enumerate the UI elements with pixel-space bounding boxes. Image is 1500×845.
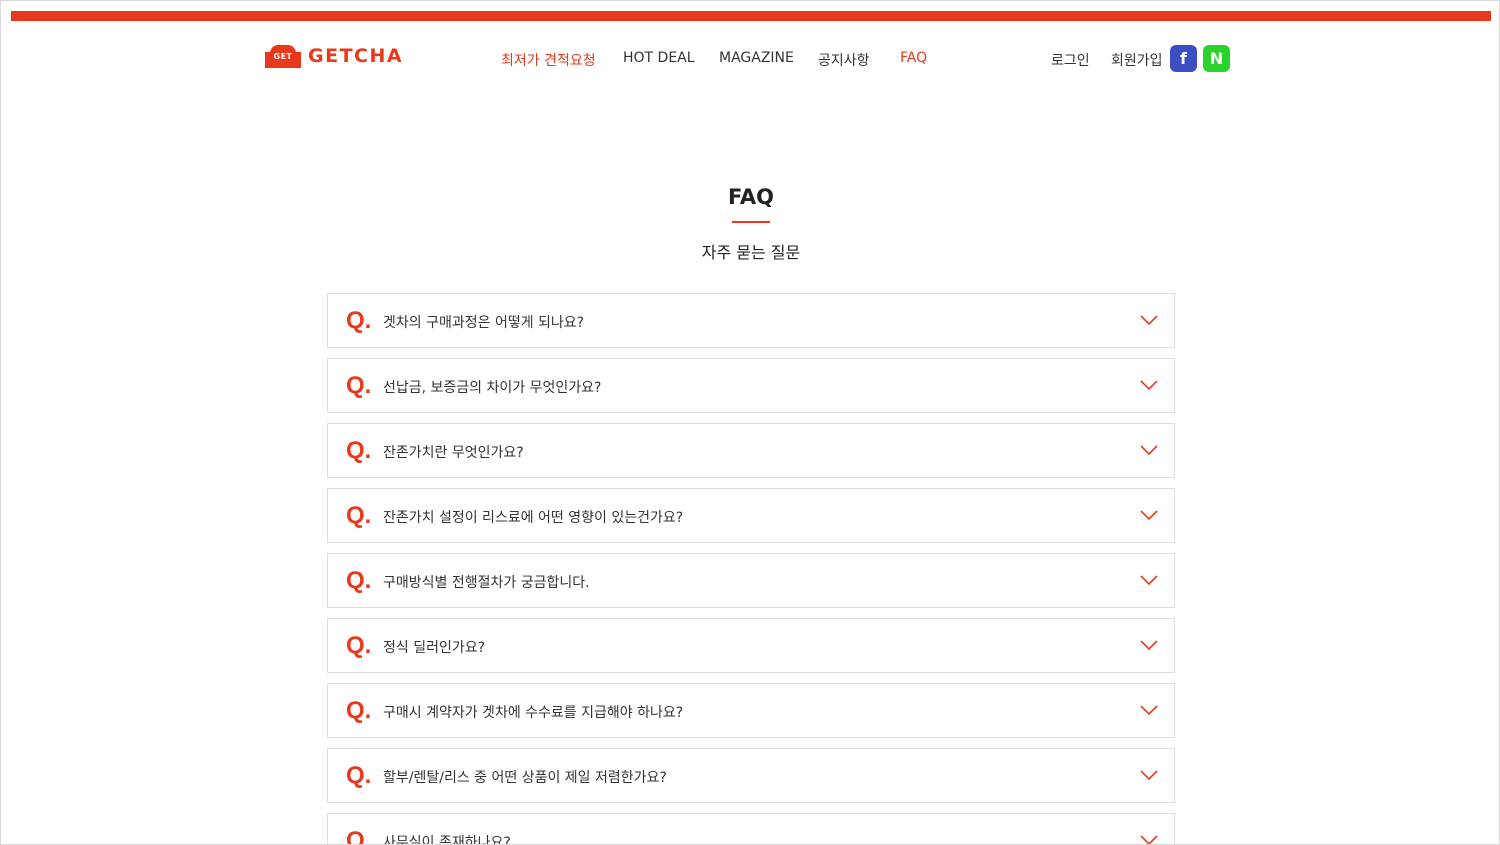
nav-item-price-quote[interactable]: 최저가 견적요청 xyxy=(501,50,596,70)
page-title: FAQ xyxy=(727,185,775,209)
faq-question: 할부/렌탈/리스 중 어떤 상품이 제일 저렴한가요? xyxy=(383,770,667,786)
nav-item-hot-deal[interactable]: HOT DEAL xyxy=(623,50,695,66)
chevron-down-icon[interactable] xyxy=(1140,314,1158,326)
nav-item-notice[interactable]: 공지사항 xyxy=(818,50,870,70)
site-header: GET GETCHA 최저가 견적요청 HOT DEAL MAGAZINE 공지… xyxy=(1,23,1499,93)
faq-question: 구매방식별 전행절차가 궁금합니다. xyxy=(383,575,590,591)
question-marker: Q. xyxy=(346,697,372,724)
faq-item[interactable]: Q. 잔존가치 설정이 리스료에 어떤 영향이 있는건가요? xyxy=(327,488,1175,543)
faq-item[interactable]: Q. 구매시 계약자가 겟차에 수수료를 지급해야 하나요? xyxy=(327,683,1175,738)
faq-question: 구매시 계약자가 겟차에 수수료를 지급해야 하나요? xyxy=(383,705,684,721)
chevron-down-icon[interactable] xyxy=(1140,769,1158,781)
chevron-down-icon[interactable] xyxy=(1140,379,1158,391)
logo-badge-icon: GET xyxy=(264,44,302,68)
nav-item-faq[interactable]: FAQ xyxy=(900,50,927,66)
faq-question: 정식 딜러인가요? xyxy=(383,640,486,656)
faq-question: 잔존가치란 무엇인가요? xyxy=(383,445,524,461)
login-link[interactable]: 로그인 xyxy=(1051,50,1090,70)
question-marker: Q. xyxy=(346,307,372,334)
question-marker: Q. xyxy=(346,502,372,529)
facebook-icon[interactable]: f xyxy=(1170,45,1197,72)
faq-list: Q. 겟차의 구매과정은 어떻게 되나요? Q. 선납금, 보증금의 차이가 무… xyxy=(327,293,1175,845)
faq-item[interactable]: Q. 사무실이 존재하나요? xyxy=(327,813,1175,845)
faq-question: 겟차의 구매과정은 어떻게 되나요? xyxy=(383,315,585,331)
chevron-down-icon[interactable] xyxy=(1140,704,1158,716)
chevron-down-icon[interactable] xyxy=(1140,444,1158,456)
faq-item[interactable]: Q. 구매방식별 전행절차가 궁금합니다. xyxy=(327,553,1175,608)
chevron-down-icon[interactable] xyxy=(1140,509,1158,521)
page-frame: GET GETCHA 최저가 견적요청 HOT DEAL MAGAZINE 공지… xyxy=(0,0,1500,845)
faq-question: 잔존가치 설정이 리스료에 어떤 영향이 있는건가요? xyxy=(383,510,684,526)
top-accent-bar xyxy=(11,11,1491,21)
question-marker: Q. xyxy=(346,632,372,659)
faq-item[interactable]: Q. 잔존가치란 무엇인가요? xyxy=(327,423,1175,478)
faq-item[interactable]: Q. 할부/렌탈/리스 중 어떤 상품이 제일 저렴한가요? xyxy=(327,748,1175,803)
question-marker: Q. xyxy=(346,437,372,464)
title-divider xyxy=(732,221,770,223)
chevron-down-icon[interactable] xyxy=(1140,834,1158,845)
faq-question: 선납금, 보증금의 차이가 무엇인가요? xyxy=(383,380,602,396)
faq-item[interactable]: Q. 선납금, 보증금의 차이가 무엇인가요? xyxy=(327,358,1175,413)
chevron-down-icon[interactable] xyxy=(1140,574,1158,586)
question-marker: Q. xyxy=(346,567,372,594)
logo-badge-text: GET xyxy=(273,52,293,61)
faq-question: 사무실이 존재하나요? xyxy=(383,835,511,845)
faq-item[interactable]: Q. 정식 딜러인가요? xyxy=(327,618,1175,673)
question-marker: Q. xyxy=(346,762,372,789)
question-marker: Q. xyxy=(346,827,372,845)
signup-link[interactable]: 회원가입 xyxy=(1111,50,1163,70)
logo-wordmark: GETCHA xyxy=(308,45,404,67)
question-marker: Q. xyxy=(346,372,372,399)
getcha-logo[interactable]: GET GETCHA xyxy=(264,43,403,69)
chevron-down-icon[interactable] xyxy=(1140,639,1158,651)
nav-item-magazine[interactable]: MAGAZINE xyxy=(719,50,794,66)
page-subtitle: 자주 묻는 질문 xyxy=(701,243,801,262)
faq-item[interactable]: Q. 겟차의 구매과정은 어떻게 되나요? xyxy=(327,293,1175,348)
naver-icon[interactable]: N xyxy=(1203,45,1230,72)
